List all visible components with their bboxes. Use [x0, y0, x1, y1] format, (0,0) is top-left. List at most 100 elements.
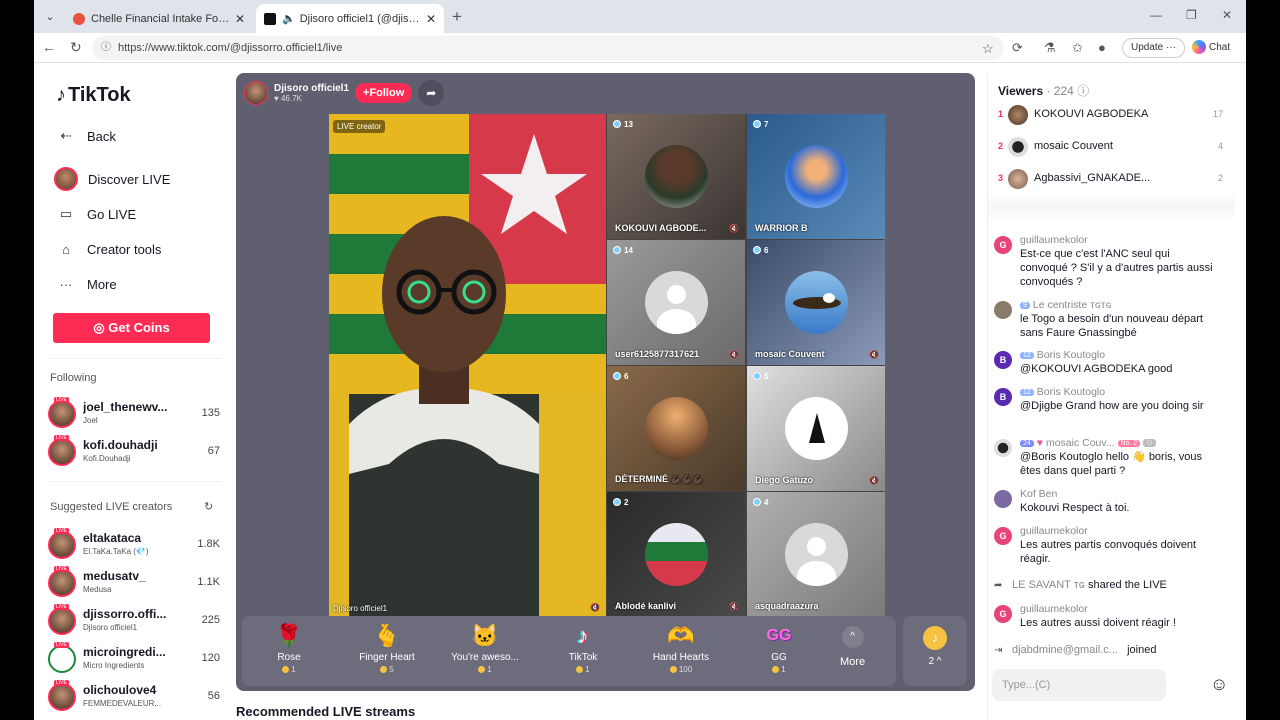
- top-viewer[interactable]: 2 mosaic Couvent 4: [998, 137, 1223, 159]
- close-tab-icon[interactable]: ✕: [235, 12, 245, 26]
- avatar[interactable]: G: [994, 236, 1012, 254]
- maximize-icon[interactable]: ❐: [1186, 8, 1197, 22]
- favorites-icon[interactable]: ✩: [1072, 40, 1083, 56]
- suggested-account[interactable]: LIVE medusatv_ Medusa 1.1K: [48, 566, 220, 601]
- avatar[interactable]: B: [994, 388, 1012, 406]
- coin-balance-button[interactable]: ♪ 2 ^: [903, 616, 967, 686]
- top-viewer[interactable]: 1 KOKOUVI AGBODEKA 17: [998, 105, 1223, 127]
- viewer-score: 2: [1217, 173, 1223, 183]
- host-info[interactable]: Djisoro officiel1 ♥ 46.7K: [274, 83, 349, 103]
- chat-user-line[interactable]: 12 Boris Koutoglo: [1020, 386, 1105, 398]
- viewers-header[interactable]: Viewers · 224 ⓘ: [998, 82, 1089, 99]
- copilot-chat-button[interactable]: Chat: [1192, 38, 1230, 58]
- avatar[interactable]: [994, 490, 1012, 508]
- site-info-icon[interactable]: ⓘ: [101, 36, 111, 60]
- guest-score: 13: [613, 120, 633, 129]
- suggested-account[interactable]: LIVE djissorro.offi... Djisoro officiel1 22…: [48, 604, 220, 639]
- host-avatar[interactable]: [244, 81, 268, 105]
- avatar[interactable]: [994, 439, 1012, 457]
- chat-username[interactable]: Kof Ben: [1020, 488, 1057, 500]
- hand-hearts-icon: 🫶: [667, 623, 695, 648]
- chat-message: 24 ♥ mosaic Couv... No. 2 ⚇ @Boris Koutoglo…: [994, 437, 1226, 477]
- level-badge: 9: [1020, 302, 1030, 309]
- avatar[interactable]: G: [994, 605, 1012, 623]
- tab-intake-form[interactable]: Chelle Financial Intake Form | Cog ✕: [65, 4, 253, 33]
- gift-gg[interactable]: GG GG 1: [734, 622, 824, 674]
- gift-price: 1: [244, 665, 334, 674]
- gift-rose[interactable]: 🌹 Rose 1: [244, 622, 334, 674]
- guest-score-value: 6: [764, 246, 769, 255]
- following-account[interactable]: LIVE kofi.douhadji Kofi.Douhadji 67: [48, 435, 220, 470]
- live-player[interactable]: Djisoro officiel1 ♥ 46.7K +Follow ➦ LIVE…: [236, 73, 975, 691]
- guest-tile[interactable]: 6 mosaic Couvent 🔇: [747, 240, 885, 365]
- share-icon[interactable]: ➦: [418, 80, 445, 106]
- gift-hand-hearts[interactable]: 🫶 Hand Hearts 100: [636, 622, 726, 674]
- profile-icon[interactable]: ●: [1098, 40, 1106, 55]
- gift-label: Finger Heart: [359, 652, 415, 663]
- chat-text: Les autres aussi doivent réagir !: [1020, 617, 1176, 629]
- chat-username[interactable]: guillaumekolor: [1020, 603, 1088, 615]
- guest-tile[interactable]: 4 asquadraazura: [747, 492, 885, 617]
- nav-creator-tools[interactable]: ⌂ Creator tools: [52, 232, 222, 266]
- viewer-count: 1.8K: [197, 538, 220, 550]
- finger-heart-icon: 🫰: [373, 623, 401, 648]
- suggested-account[interactable]: LIVE olichoulove4 FEMMEDEVALEUR... 56: [48, 680, 220, 715]
- chat-username[interactable]: guillaumekolor: [1020, 525, 1088, 537]
- speaker-icon[interactable]: 🔈: [282, 12, 296, 25]
- get-coins-button[interactable]: ◎ Get Coins: [53, 313, 210, 343]
- suggested-account[interactable]: LIVE eltakataca El.TaKa.TaKa (💎) 1.8K: [48, 528, 220, 563]
- nav-label: Creator tools: [87, 241, 162, 257]
- guest-tile[interactable]: 5 Diego Gatuzo 🔇: [747, 366, 885, 491]
- chat-user-line[interactable]: 12 Boris Koutoglo: [1020, 349, 1105, 361]
- guest-tile[interactable]: 7 WARRIOR B: [747, 114, 885, 239]
- account-name: medusatv_: [83, 569, 146, 583]
- follow-button[interactable]: +Follow: [355, 83, 413, 103]
- emoji-icon[interactable]: ☺: [1210, 674, 1228, 695]
- tab-list-dropdown-icon[interactable]: ⌄: [40, 7, 60, 27]
- join-username[interactable]: djabdmine@gmail.c...: [1012, 644, 1118, 656]
- minimize-icon[interactable]: —: [1150, 8, 1162, 22]
- extensions-icon[interactable]: ⟳: [1012, 40, 1023, 56]
- update-button[interactable]: Update ···: [1122, 38, 1186, 58]
- nav-back[interactable]: ⇠ Back: [52, 119, 222, 153]
- avatar[interactable]: [994, 301, 1012, 319]
- following-account[interactable]: LIVE joel_thenewv... Joel 135: [48, 397, 220, 432]
- close-window-icon[interactable]: ✕: [1222, 8, 1232, 22]
- chat-user-line[interactable]: 9 Le centriste ᴛɢᴛɢ: [1020, 299, 1111, 311]
- browser-essentials-icon[interactable]: ⚗: [1044, 40, 1056, 56]
- viewer-score: 17: [1212, 109, 1223, 119]
- address-bar[interactable]: ⓘ https://www.tiktok.com/@djissorro.offi…: [92, 36, 1004, 60]
- more-gifts-button[interactable]: ^ More: [840, 626, 865, 668]
- nav-discover-live[interactable]: Discover LIVE: [52, 162, 222, 196]
- refresh-icon[interactable]: ↻: [70, 39, 82, 56]
- info-icon[interactable]: ⓘ: [1077, 84, 1089, 98]
- avatar[interactable]: G: [994, 527, 1012, 545]
- refresh-icon[interactable]: ↻: [204, 500, 213, 513]
- chat-user-line[interactable]: 24 ♥ mosaic Couv... No. 2 ⚇: [1020, 437, 1159, 449]
- close-tab-icon[interactable]: ✕: [426, 12, 436, 26]
- chat-input[interactable]: Type...(C): [992, 669, 1166, 701]
- gift-finger-heart[interactable]: 🫰 Finger Heart 5: [342, 622, 432, 674]
- avatar[interactable]: B: [994, 351, 1012, 369]
- guest-tile[interactable]: 6 DÉTERMINÉ 💪🏿💪🏿💪🏿: [607, 366, 745, 491]
- back-arrow-icon[interactable]: ←: [42, 39, 56, 55]
- gift-tiktok[interactable]: ♪ TikTok 1: [538, 622, 628, 674]
- favorite-star-icon[interactable]: ☆: [982, 41, 994, 57]
- tab-tiktok-live[interactable]: 🔈 Djisoro officiel1 (@djissorro.offici ✕: [256, 4, 444, 33]
- gift-price: 1: [734, 665, 824, 674]
- gift-youre-awesome[interactable]: 🐱 You're aweso... 1: [440, 622, 530, 674]
- guest-tile[interactable]: 14 user6125877317621 🔇: [607, 240, 745, 365]
- nav-go-live[interactable]: ▭ Go LIVE: [52, 197, 222, 231]
- top-viewer[interactable]: 3 Agbassivi_GNAKADE... 2: [998, 169, 1223, 191]
- new-tab-icon[interactable]: +: [452, 7, 462, 27]
- guest-tile[interactable]: 13 KOKOUVI AGBODE... 🔇: [607, 114, 745, 239]
- suggested-account[interactable]: LIVE microingredi... Micro Ingredients 120: [48, 642, 220, 677]
- tiktok-logo[interactable]: ♪ TikTok: [56, 84, 131, 107]
- chat-username[interactable]: guillaumekolor: [1020, 234, 1088, 246]
- share-username[interactable]: LE SAVANT ᴛɢ: [1012, 579, 1085, 591]
- host-video[interactable]: LIVE creator Djisoro officiel1 🔇: [329, 114, 606, 616]
- guest-tile[interactable]: 2 Ablodé kanlivi 🔇: [607, 492, 745, 617]
- nav-more[interactable]: ··· More: [52, 267, 222, 301]
- guest-name: mosaic Couvent: [755, 349, 825, 359]
- viewer-name: KOKOUVI AGBODEKA: [1034, 108, 1149, 120]
